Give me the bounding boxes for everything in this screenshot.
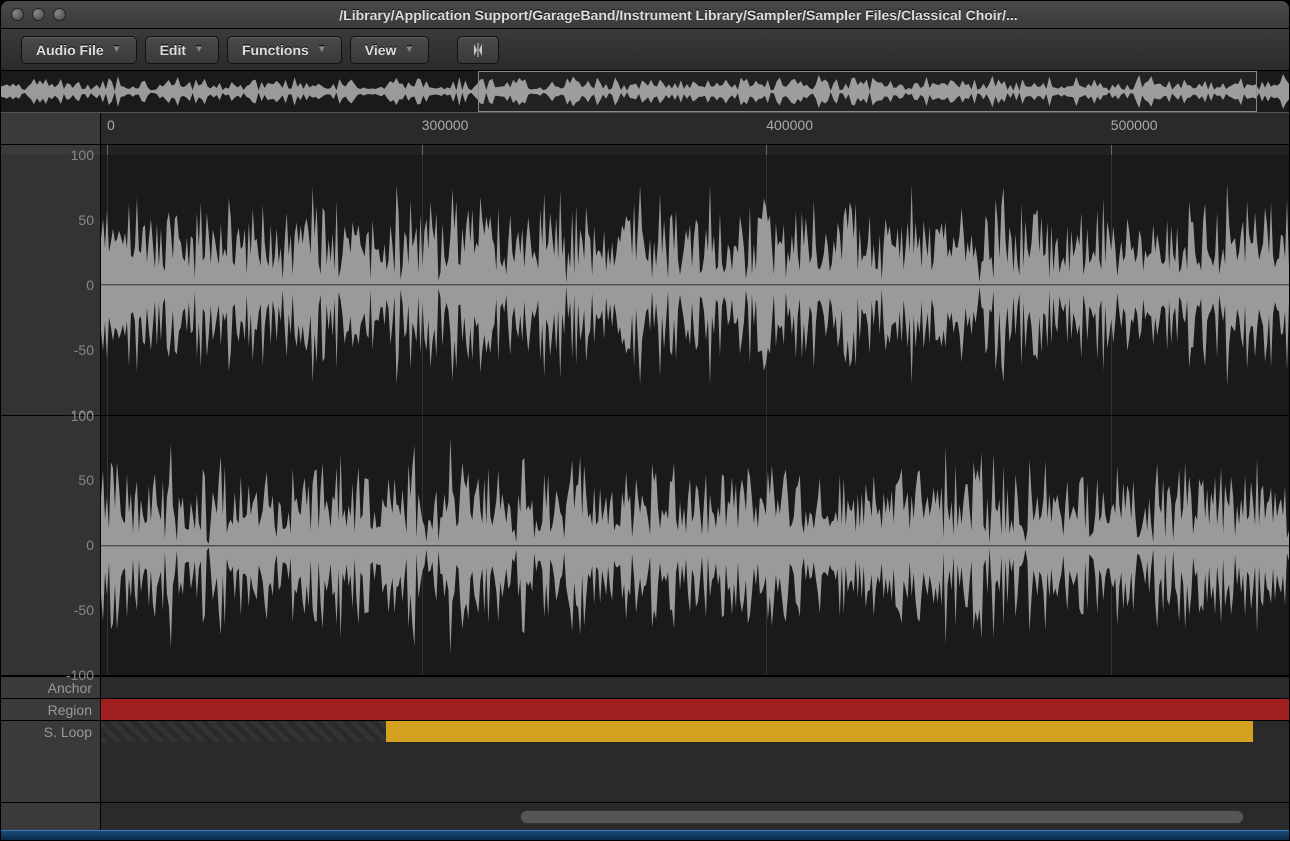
amplitude-label: 50 — [78, 212, 94, 228]
menu-edit[interactable]: Edit▼ — [145, 36, 219, 64]
footer-row-region[interactable]: Region — [1, 698, 1289, 720]
ruler-tick: 500000 — [1111, 117, 1158, 133]
ruler-tick: 400000 — [766, 117, 813, 133]
chevron-down-icon: ▼ — [317, 44, 327, 55]
waveform-display[interactable] — [101, 155, 1289, 676]
amplitude-label: 0 — [86, 537, 94, 553]
chevron-down-icon: ▼ — [404, 44, 414, 55]
sample-editor-window: /Library/Application Support/GarageBand/… — [0, 0, 1290, 841]
ruler-tick: 300000 — [422, 117, 469, 133]
editor-content: 0 300000 400000 500000 100 50 0 -50 -100 100 50 0 -… — [1, 113, 1289, 830]
horizontal-scrollbar[interactable] — [1, 802, 1289, 830]
window-resize-border[interactable] — [1, 830, 1289, 840]
chevron-down-icon: ▼ — [112, 44, 122, 55]
amplitude-label: -50 — [74, 342, 94, 358]
zoom-button[interactable] — [53, 8, 66, 21]
ruler-gutter — [1, 113, 101, 144]
footer-tracks: AnchorRegionS. Loop — [1, 676, 1289, 742]
ruler-tick: 0 — [107, 117, 115, 133]
close-button[interactable] — [11, 8, 24, 21]
footer-row-loop[interactable]: S. Loop — [1, 720, 1289, 742]
titlebar[interactable]: /Library/Application Support/GarageBand/… — [1, 1, 1289, 29]
waveform-area: 100500-50-100100500-50-100 — [1, 155, 1289, 676]
scroll-thumb[interactable] — [520, 810, 1244, 824]
amplitude-label: 100 — [71, 147, 94, 163]
waveform-overview[interactable] — [1, 71, 1289, 113]
footer-label: Region — [1, 699, 101, 720]
window-controls — [11, 8, 66, 21]
playhead-center-icon — [468, 42, 488, 58]
amplitude-label: -50 — [74, 602, 94, 618]
amplitude-label: 50 — [78, 472, 94, 488]
amplitude-label: 0 — [86, 277, 94, 293]
toolbar: Audio File▼ Edit▼ Functions▼ View▼ — [1, 29, 1289, 71]
amplitude-label: 100 — [71, 408, 94, 424]
time-ruler-minor — [1, 145, 1289, 155]
footer-row-anchor[interactable]: Anchor — [1, 676, 1289, 698]
amplitude-label: -100 — [66, 667, 94, 683]
minimize-button[interactable] — [32, 8, 45, 21]
playhead-catch-button[interactable] — [457, 36, 499, 64]
waveform-channel-2[interactable] — [101, 416, 1289, 677]
menu-audio-file[interactable]: Audio File▼ — [21, 36, 137, 64]
window-title: /Library/Application Support/GarageBand/… — [78, 7, 1279, 23]
menu-view[interactable]: View▼ — [350, 36, 430, 64]
menu-functions[interactable]: Functions▼ — [227, 36, 342, 64]
chevron-down-icon: ▼ — [194, 44, 204, 55]
time-ruler[interactable]: 0 300000 400000 500000 — [1, 113, 1289, 145]
overview-selection[interactable] — [478, 71, 1257, 112]
footer-label: S. Loop — [1, 721, 101, 742]
empty-track-area — [1, 742, 1289, 802]
amplitude-axis: 100500-50-100100500-50-100 — [1, 155, 101, 676]
waveform-channel-1[interactable] — [101, 155, 1289, 416]
loop-bar[interactable] — [386, 721, 1253, 742]
region-bar[interactable] — [101, 699, 1289, 720]
